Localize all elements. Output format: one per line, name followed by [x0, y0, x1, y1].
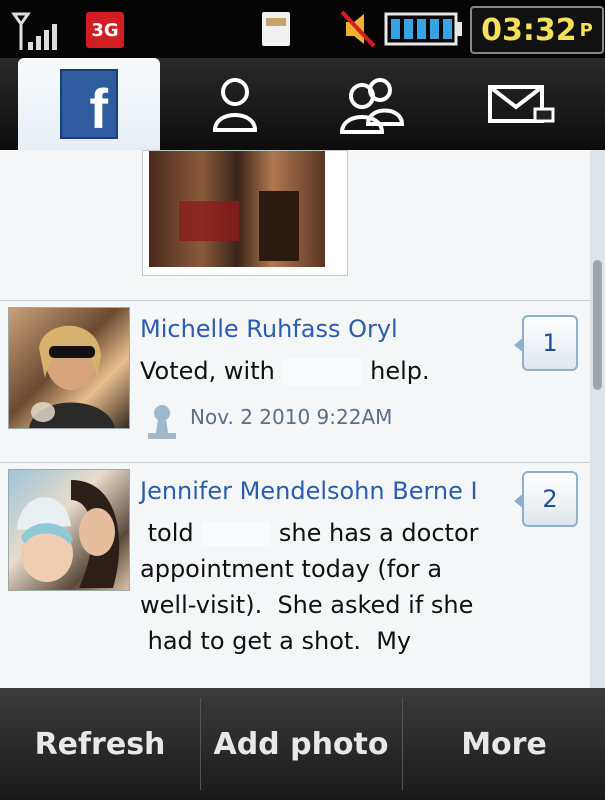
- feed-item[interactable]: Michelle Ruhfass Oryl Voted, with help. …: [0, 300, 590, 461]
- clock: 03:32 P: [470, 6, 604, 54]
- shared-photo: [149, 151, 325, 267]
- comment-count: 1: [542, 329, 558, 357]
- person-icon: [212, 78, 258, 132]
- facebook-icon: f: [60, 69, 118, 139]
- post-text-part: Voted, with: [140, 357, 275, 385]
- clock-time: 03:32: [481, 12, 577, 48]
- avatar[interactable]: [8, 469, 130, 591]
- post-text: told she has a doctor appointment today …: [140, 515, 520, 659]
- post-timestamp: Nov. 2 2010 9:22AM: [190, 405, 393, 429]
- post-text: Voted, with help.: [140, 353, 500, 389]
- redacted-name: [282, 359, 363, 385]
- people-icon: [339, 78, 405, 134]
- scrollbar-thumb[interactable]: [593, 260, 602, 390]
- tab-bar: f: [0, 58, 605, 150]
- avatar[interactable]: [8, 307, 130, 429]
- news-feed[interactable]: Michelle Ruhfass Oryl Voted, with help. …: [0, 150, 605, 688]
- mute-icon: [336, 8, 380, 50]
- more-button[interactable]: More: [403, 688, 605, 800]
- add-photo-button[interactable]: Add photo: [201, 688, 401, 800]
- clock-suffix: P: [579, 19, 593, 41]
- signal-icon: [8, 10, 60, 52]
- envelope-icon: [488, 85, 555, 123]
- scrollbar[interactable]: [590, 150, 605, 688]
- post-text-part: told: [140, 519, 194, 547]
- status-bar: 3G 03:32 P: [0, 0, 605, 58]
- network-3g-icon: 3G: [86, 12, 124, 48]
- tab-profile[interactable]: [180, 58, 290, 150]
- tab-facebook[interactable]: f: [18, 58, 160, 150]
- comment-count: 2: [542, 485, 558, 513]
- tab-friends[interactable]: [318, 58, 428, 150]
- sd-card-icon: [262, 12, 290, 46]
- refresh-button[interactable]: Refresh: [0, 688, 200, 800]
- post-text-part: help.: [370, 357, 430, 385]
- post-author[interactable]: Michelle Ruhfass Oryl: [140, 315, 398, 343]
- comment-count-badge[interactable]: 2: [514, 471, 578, 527]
- post-text-part: appointment today (for a well-visit). Sh…: [140, 555, 474, 655]
- redacted-name: [201, 521, 272, 547]
- tab-messages[interactable]: [462, 58, 582, 150]
- network-label: 3G: [91, 19, 119, 41]
- battery-icon: [384, 10, 464, 48]
- mobile-upload-icon: [144, 401, 180, 441]
- bottom-action-bar: Refresh Add photo More: [0, 688, 605, 800]
- post-author[interactable]: Jennifer Mendelsohn Berne I: [140, 477, 478, 505]
- shared-photo-album[interactable]: [142, 150, 348, 276]
- feed-item[interactable]: Jennifer Mendelsohn Berne I told she has…: [0, 462, 590, 688]
- comment-count-badge[interactable]: 1: [514, 315, 578, 371]
- facebook-glyph: f: [89, 77, 108, 140]
- post-text-part: she has a doctor: [278, 519, 479, 547]
